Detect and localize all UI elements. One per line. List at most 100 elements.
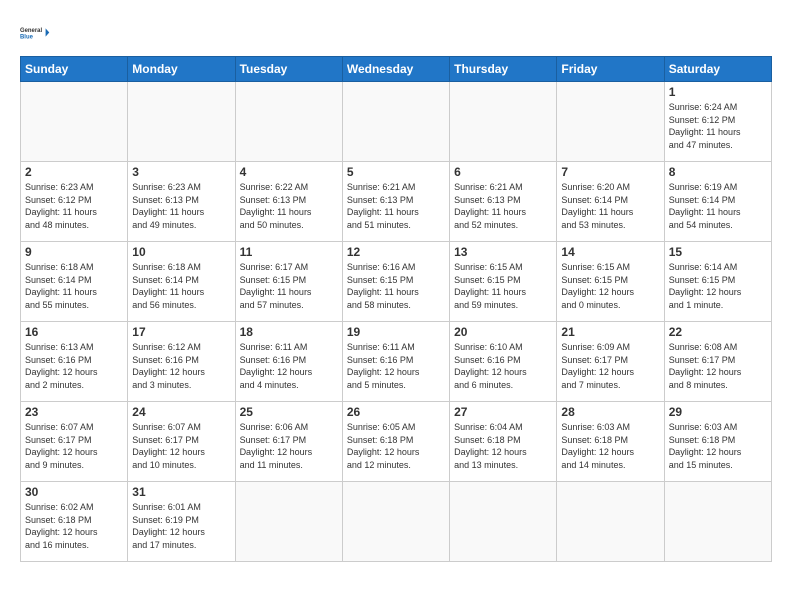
calendar-week-1: 1 Sunrise: 6:24 AM Sunset: 6:12 PM Daylig… — [21, 82, 772, 162]
day-number: 10 — [132, 245, 230, 259]
logo: GeneralBlue — [20, 16, 52, 48]
day-number: 18 — [240, 325, 338, 339]
day-number: 3 — [132, 165, 230, 179]
day-number: 2 — [25, 165, 123, 179]
calendar-week-4: 16 Sunrise: 6:13 AM Sunset: 6:16 PM Dayli… — [21, 322, 772, 402]
day-number: 13 — [454, 245, 552, 259]
weekday-header-wednesday: Wednesday — [342, 57, 449, 82]
calendar-week-6: 30 Sunrise: 6:02 AM Sunset: 6:18 PM Dayli… — [21, 482, 772, 562]
calendar-table: SundayMondayTuesdayWednesdayThursdayFrid… — [20, 56, 772, 562]
calendar-cell: 2Sunrise: 6:23 AM Sunset: 6:12 PM Daylig… — [21, 162, 128, 242]
day-info: Sunrise: 6:07 AM Sunset: 6:17 PM Dayligh… — [25, 421, 123, 471]
calendar-cell: 10 Sunrise: 6:18 AM Sunset: 6:14 PM Dayli… — [128, 242, 235, 322]
weekday-header-row: SundayMondayTuesdayWednesdayThursdayFrid… — [21, 57, 772, 82]
day-number: 12 — [347, 245, 445, 259]
calendar-cell: 1 Sunrise: 6:24 AM Sunset: 6:12 PM Daylig… — [664, 82, 771, 162]
calendar-cell: 26 Sunrise: 6:05 AM Sunset: 6:18 PM Dayli… — [342, 402, 449, 482]
calendar-cell: 29Sunrise: 6:03 AM Sunset: 6:18 PM Dayli… — [664, 402, 771, 482]
calendar-cell: 13 Sunrise: 6:15 AM Sunset: 6:15 PM Dayli… — [450, 242, 557, 322]
day-number: 14 — [561, 245, 659, 259]
day-info: Sunrise: 6:18 AM Sunset: 6:14 PM Dayligh… — [25, 261, 123, 311]
calendar-week-5: 23Sunrise: 6:07 AM Sunset: 6:17 PM Dayli… — [21, 402, 772, 482]
calendar-cell: 21 Sunrise: 6:09 AM Sunset: 6:17 PM Dayli… — [557, 322, 664, 402]
calendar-cell: 14Sunrise: 6:15 AM Sunset: 6:15 PM Dayli… — [557, 242, 664, 322]
calendar-cell — [342, 82, 449, 162]
weekday-header-monday: Monday — [128, 57, 235, 82]
calendar-cell — [664, 482, 771, 562]
calendar-cell — [128, 82, 235, 162]
weekday-header-thursday: Thursday — [450, 57, 557, 82]
calendar-cell: 30 Sunrise: 6:02 AM Sunset: 6:18 PM Dayli… — [21, 482, 128, 562]
day-number: 22 — [669, 325, 767, 339]
day-info: Sunrise: 6:23 AM Sunset: 6:13 PM Dayligh… — [132, 181, 230, 231]
day-info: Sunrise: 6:03 AM Sunset: 6:18 PM Dayligh… — [561, 421, 659, 471]
day-info: Sunrise: 6:21 AM Sunset: 6:13 PM Dayligh… — [454, 181, 552, 231]
day-info: Sunrise: 6:07 AM Sunset: 6:17 PM Dayligh… — [132, 421, 230, 471]
day-number: 16 — [25, 325, 123, 339]
calendar-cell: 6 Sunrise: 6:21 AM Sunset: 6:13 PM Daylig… — [450, 162, 557, 242]
calendar-cell: 23Sunrise: 6:07 AM Sunset: 6:17 PM Dayli… — [21, 402, 128, 482]
calendar-cell: 31 Sunrise: 6:01 AM Sunset: 6:19 PM Dayli… — [128, 482, 235, 562]
day-info: Sunrise: 6:12 AM Sunset: 6:16 PM Dayligh… — [132, 341, 230, 391]
weekday-header-saturday: Saturday — [664, 57, 771, 82]
day-info: Sunrise: 6:09 AM Sunset: 6:17 PM Dayligh… — [561, 341, 659, 391]
day-number: 24 — [132, 405, 230, 419]
day-info: Sunrise: 6:15 AM Sunset: 6:15 PM Dayligh… — [454, 261, 552, 311]
day-info: Sunrise: 6:01 AM Sunset: 6:19 PM Dayligh… — [132, 501, 230, 551]
svg-text:General: General — [20, 28, 42, 34]
day-info: Sunrise: 6:21 AM Sunset: 6:13 PM Dayligh… — [347, 181, 445, 231]
day-info: Sunrise: 6:04 AM Sunset: 6:18 PM Dayligh… — [454, 421, 552, 471]
calendar-cell: 28Sunrise: 6:03 AM Sunset: 6:18 PM Dayli… — [557, 402, 664, 482]
calendar-week-3: 9Sunrise: 6:18 AM Sunset: 6:14 PM Daylig… — [21, 242, 772, 322]
page-header: GeneralBlue — [20, 16, 772, 48]
day-number: 1 — [669, 85, 767, 99]
calendar-cell: 24 Sunrise: 6:07 AM Sunset: 6:17 PM Dayli… — [128, 402, 235, 482]
day-info: Sunrise: 6:06 AM Sunset: 6:17 PM Dayligh… — [240, 421, 338, 471]
calendar-cell: 17 Sunrise: 6:12 AM Sunset: 6:16 PM Dayli… — [128, 322, 235, 402]
day-info: Sunrise: 6:19 AM Sunset: 6:14 PM Dayligh… — [669, 181, 767, 231]
day-info: Sunrise: 6:11 AM Sunset: 6:16 PM Dayligh… — [347, 341, 445, 391]
calendar-cell: 4Sunrise: 6:22 AM Sunset: 6:13 PM Daylig… — [235, 162, 342, 242]
calendar-cell: 5Sunrise: 6:21 AM Sunset: 6:13 PM Daylig… — [342, 162, 449, 242]
calendar-cell — [557, 82, 664, 162]
day-info: Sunrise: 6:24 AM Sunset: 6:12 PM Dayligh… — [669, 101, 767, 151]
day-number: 8 — [669, 165, 767, 179]
calendar-cell: 8 Sunrise: 6:19 AM Sunset: 6:14 PM Daylig… — [664, 162, 771, 242]
day-number: 30 — [25, 485, 123, 499]
weekday-header-friday: Friday — [557, 57, 664, 82]
calendar-cell: 16 Sunrise: 6:13 AM Sunset: 6:16 PM Dayli… — [21, 322, 128, 402]
day-number: 31 — [132, 485, 230, 499]
calendar-cell — [235, 82, 342, 162]
day-number: 7 — [561, 165, 659, 179]
day-number: 17 — [132, 325, 230, 339]
day-number: 15 — [669, 245, 767, 259]
calendar-cell — [450, 482, 557, 562]
day-info: Sunrise: 6:17 AM Sunset: 6:15 PM Dayligh… — [240, 261, 338, 311]
calendar-cell: 9Sunrise: 6:18 AM Sunset: 6:14 PM Daylig… — [21, 242, 128, 322]
calendar-cell — [557, 482, 664, 562]
day-number: 26 — [347, 405, 445, 419]
day-number: 11 — [240, 245, 338, 259]
day-number: 21 — [561, 325, 659, 339]
calendar-cell: 11 Sunrise: 6:17 AM Sunset: 6:15 PM Dayli… — [235, 242, 342, 322]
weekday-header-sunday: Sunday — [21, 57, 128, 82]
day-info: Sunrise: 6:16 AM Sunset: 6:15 PM Dayligh… — [347, 261, 445, 311]
calendar-cell: 25Sunrise: 6:06 AM Sunset: 6:17 PM Dayli… — [235, 402, 342, 482]
calendar-cell: 19Sunrise: 6:11 AM Sunset: 6:16 PM Dayli… — [342, 322, 449, 402]
day-number: 6 — [454, 165, 552, 179]
logo-icon: GeneralBlue — [20, 16, 52, 48]
calendar-cell — [21, 82, 128, 162]
day-info: Sunrise: 6:02 AM Sunset: 6:18 PM Dayligh… — [25, 501, 123, 551]
day-info: Sunrise: 6:18 AM Sunset: 6:14 PM Dayligh… — [132, 261, 230, 311]
calendar-cell: 18Sunrise: 6:11 AM Sunset: 6:16 PM Dayli… — [235, 322, 342, 402]
day-info: Sunrise: 6:05 AM Sunset: 6:18 PM Dayligh… — [347, 421, 445, 471]
day-info: Sunrise: 6:10 AM Sunset: 6:16 PM Dayligh… — [454, 341, 552, 391]
calendar-cell — [342, 482, 449, 562]
calendar-cell — [235, 482, 342, 562]
day-number: 29 — [669, 405, 767, 419]
day-info: Sunrise: 6:13 AM Sunset: 6:16 PM Dayligh… — [25, 341, 123, 391]
calendar-cell — [450, 82, 557, 162]
calendar-cell: 20Sunrise: 6:10 AM Sunset: 6:16 PM Dayli… — [450, 322, 557, 402]
day-number: 27 — [454, 405, 552, 419]
calendar-cell: 12 Sunrise: 6:16 AM Sunset: 6:15 PM Dayli… — [342, 242, 449, 322]
